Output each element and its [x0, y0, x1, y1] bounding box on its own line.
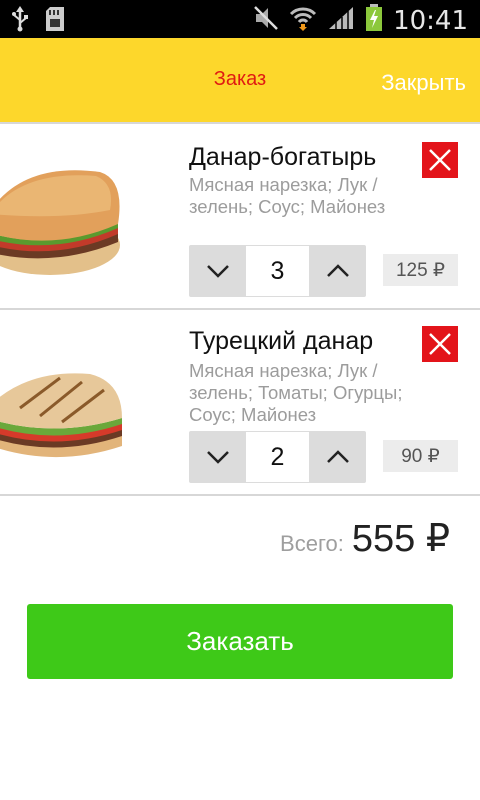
- header-bar: Заказ Закрыть: [0, 38, 480, 122]
- chevron-down-icon: [206, 451, 229, 464]
- sd-card-icon: [44, 6, 66, 37]
- chevron-up-icon: [326, 450, 349, 463]
- sandwich-image: [0, 150, 130, 280]
- total-label: Всего:: [280, 531, 344, 556]
- close-icon: [429, 333, 451, 355]
- order-total: Всего: 555 ₽: [280, 516, 450, 561]
- battery-charging-icon: [365, 4, 383, 37]
- quantity-stepper: 3: [189, 245, 366, 297]
- decrease-quantity-button[interactable]: [189, 431, 246, 483]
- mute-icon: [253, 5, 279, 36]
- chevron-down-icon: [206, 265, 229, 278]
- quantity-value[interactable]: 2: [246, 431, 309, 483]
- quantity-stepper: 2: [189, 431, 366, 483]
- sandwich-image: [0, 338, 130, 468]
- order-item: Данар-богатырь Мясная нарезка; Лук / зел…: [0, 122, 480, 308]
- item-price: 125 ₽: [383, 254, 458, 286]
- increase-quantity-button[interactable]: [309, 431, 366, 483]
- item-description: Мясная нарезка; Лук / зелень; Соус; Майо…: [189, 174, 386, 217]
- place-order-button[interactable]: Заказать: [27, 604, 453, 679]
- signal-icon: [327, 5, 355, 36]
- close-icon: [429, 149, 451, 171]
- order-item: Турецкий данар Мясная нарезка; Лук / зел…: [0, 310, 480, 494]
- remove-item-button[interactable]: [422, 142, 458, 178]
- remove-item-button[interactable]: [422, 326, 458, 362]
- clock: 10:41: [393, 5, 468, 36]
- item-name: Турецкий данар: [189, 327, 374, 355]
- usb-icon: [10, 6, 30, 37]
- increase-quantity-button[interactable]: [309, 245, 366, 297]
- close-button[interactable]: Закрыть: [381, 70, 466, 96]
- chevron-up-icon: [326, 264, 349, 277]
- status-bar: 10:41: [0, 0, 480, 38]
- item-price: 90 ₽: [383, 440, 458, 472]
- divider: [0, 494, 480, 496]
- quantity-value[interactable]: 3: [246, 245, 309, 297]
- item-name: Данар-богатырь: [189, 143, 377, 171]
- total-value: 555 ₽: [351, 518, 450, 560]
- item-description: Мясная нарезка; Лук / зелень; Томаты; Ог…: [189, 360, 403, 425]
- wifi-icon: [289, 4, 317, 37]
- decrease-quantity-button[interactable]: [189, 245, 246, 297]
